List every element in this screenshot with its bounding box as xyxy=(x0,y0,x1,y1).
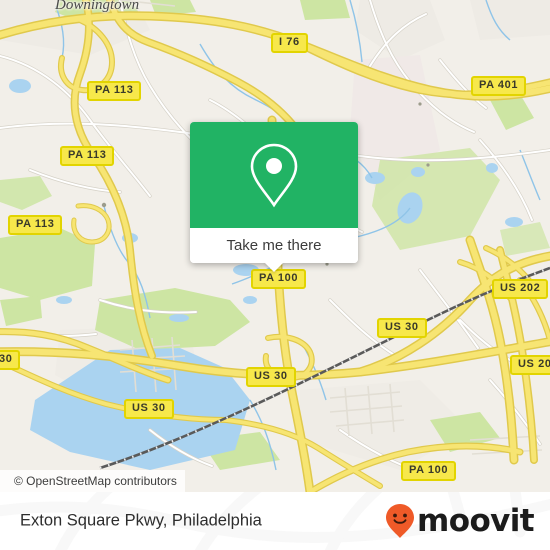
road-shield-pa-113-south[interactable]: PA 113 xyxy=(8,215,63,235)
moovit-wordmark: moovit xyxy=(417,502,535,539)
road-shield-pa-100-south[interactable]: PA 100 xyxy=(401,461,457,481)
road-shield-us-30-east[interactable]: US 30 xyxy=(377,318,427,338)
location-title: Exton Square Pkwy, Philadelphia xyxy=(20,511,262,530)
location-popup[interactable]: Take me there xyxy=(190,122,358,272)
location-pin-icon xyxy=(250,143,298,208)
road-shield-pa-100-center[interactable]: PA 100 xyxy=(251,269,307,289)
moovit-smiley-pin-icon xyxy=(386,504,415,538)
road-shield-us-202-upper[interactable]: US 202 xyxy=(492,279,549,299)
road-shield-pa-113-north[interactable]: PA 113 xyxy=(87,81,142,101)
footer-bar: Exton Square Pkwy, Philadelphia moovit xyxy=(0,492,550,550)
road-shield-us-30-center[interactable]: US 30 xyxy=(246,367,296,387)
osm-attribution[interactable]: © OpenStreetMap contributors xyxy=(0,470,185,492)
road-shield-pa-113-mid[interactable]: PA 113 xyxy=(60,146,115,166)
road-shield-us-30-west-edge[interactable]: 30 xyxy=(0,350,21,370)
moovit-logo[interactable]: moovit xyxy=(385,502,535,539)
road-shield-pa-401[interactable]: PA 401 xyxy=(471,76,527,96)
road-shield-us-30-southwest[interactable]: US 30 xyxy=(124,399,174,419)
road-shield-us-202-lower[interactable]: US 202 xyxy=(510,355,550,375)
road-shield-i-76[interactable]: I 76 xyxy=(271,33,308,53)
moovit-map-screenshot: Downingtown I 76 PA 401 PA 113 PA 113 PA… xyxy=(0,0,550,550)
take-me-there-button[interactable]: Take me there xyxy=(226,237,321,254)
map-canvas[interactable]: Downingtown I 76 PA 401 PA 113 PA 113 PA… xyxy=(0,0,550,492)
popup-header xyxy=(190,122,358,228)
popup-action-row[interactable]: Take me there xyxy=(190,228,358,263)
popup-pointer xyxy=(264,262,284,272)
place-label-downingtown: Downingtown xyxy=(55,0,140,13)
